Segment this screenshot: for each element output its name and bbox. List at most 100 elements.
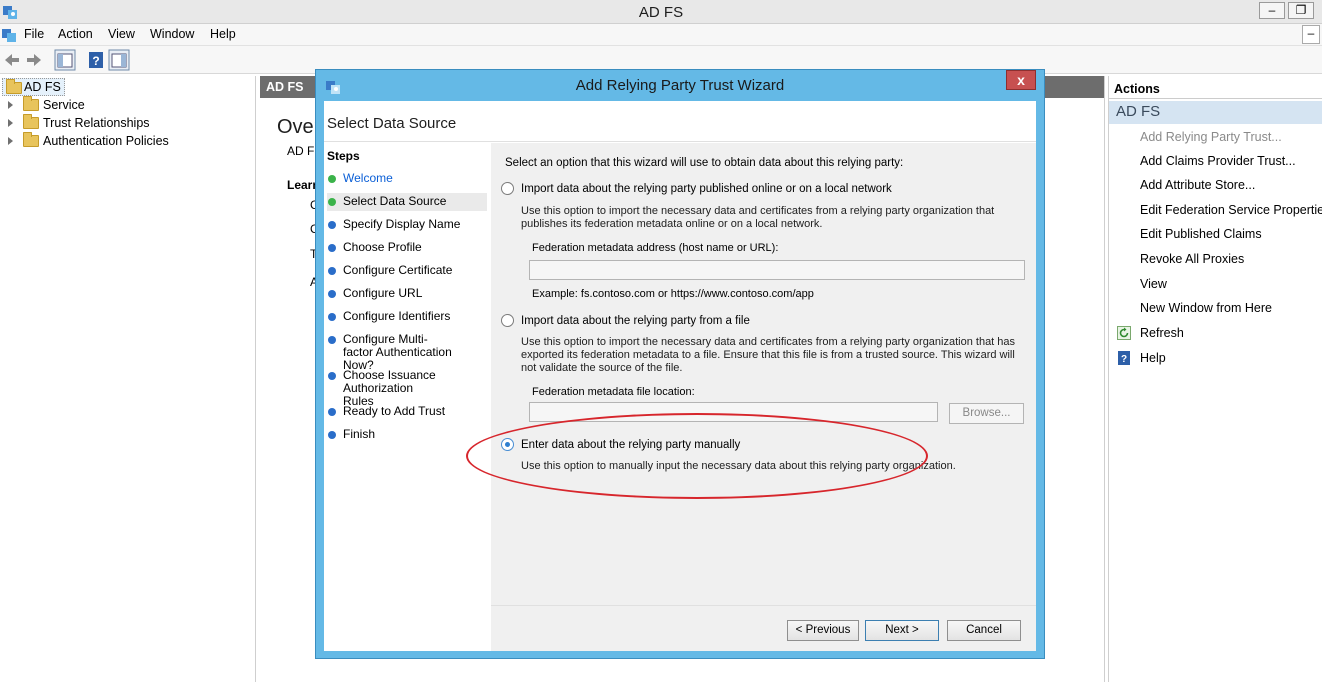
expand-arrow-icon[interactable] [8,137,13,145]
expand-arrow-icon[interactable] [8,101,13,109]
menu-view[interactable]: View [108,27,135,41]
divider [491,605,1036,606]
action-edit-published-claims[interactable]: Edit Published Claims [1140,225,1262,243]
refresh-icon [1117,326,1131,340]
step-pending-icon [328,313,336,321]
show-hide-action-pane-icon[interactable] [108,49,130,71]
wizard-steps-list: Steps Welcome Select Data Source Specify… [324,143,491,651]
step-current-icon [328,198,336,206]
action-add-relying-party-trust[interactable]: Add Relying Party Trust... [1140,128,1282,146]
step-configure-multi-factor: Configure Multi-factor Authentication No… [327,333,457,372]
svg-text:?: ? [92,54,99,68]
cancel-button[interactable]: Cancel [947,620,1021,641]
minimize-button[interactable]: – [1259,2,1285,19]
radio-import-file[interactable] [501,314,514,327]
actions-section-adfs[interactable]: AD FS [1109,101,1322,124]
folder-icon [23,96,39,111]
metadata-address-label: Federation metadata address (host name o… [532,242,779,254]
metadata-address-example: Example: fs.contoso.com or https://www.c… [532,288,814,300]
option-enter-manually-desc: Use this option to manually input the ne… [521,460,956,472]
action-add-attribute-store[interactable]: Add Attribute Store... [1140,176,1255,194]
child-window-minimize-button[interactable]: – [1302,25,1320,44]
radio-enter-manually[interactable] [501,438,514,451]
step-pending-icon [328,336,336,344]
help-icon: ? [1118,351,1130,365]
action-edit-federation-service-properties[interactable]: Edit Federation Service Properties... [1140,201,1322,219]
step-label: Configure Identifiers [343,309,451,323]
wizard-body: Select Data Source Steps Welcome Select … [324,101,1036,651]
tree-node-label: Authentication Policies [43,134,169,148]
action-help[interactable]: Help [1140,349,1166,367]
restore-button[interactable]: ❐ [1288,2,1314,19]
step-ready-to-add-trust: Ready to Add Trust [327,405,487,418]
expand-arrow-icon[interactable] [8,119,13,127]
help-icon[interactable]: ? [86,49,106,71]
show-hide-console-tree-icon[interactable] [54,49,76,71]
metadata-file-input[interactable] [529,402,938,422]
step-specify-display-name: Specify Display Name [327,218,487,231]
step-label: Specify Display Name [343,217,461,231]
action-refresh[interactable]: Refresh [1140,324,1184,342]
radio-import-online[interactable] [501,182,514,195]
option-import-online-label[interactable]: Import data about the relying party publ… [521,183,892,195]
menu-window[interactable]: Window [150,27,194,41]
step-pending-icon [328,244,336,252]
step-choose-issuance-authorization-rules: Choose Issuance Authorization Rules [327,369,447,408]
step-label: Choose Issuance Authorization Rules [343,368,436,408]
step-pending-icon [328,221,336,229]
next-button[interactable]: Next > [865,620,939,641]
step-label: Ready to Add Trust [343,404,446,418]
menu-action[interactable]: Action [58,27,93,41]
option-enter-manually-label[interactable]: Enter data about the relying party manua… [521,439,740,451]
forward-arrow-icon[interactable] [24,49,44,71]
tree-node-trust-relationships[interactable]: Trust Relationships [4,114,150,132]
menu-help[interactable]: Help [210,27,236,41]
step-pending-icon [328,290,336,298]
step-configure-identifiers: Configure Identifiers [327,310,487,323]
mmc-system-icon[interactable] [1,27,17,43]
console-tree: AD FS Service Trust Relationships Authen… [0,76,256,682]
folder-icon [23,132,39,147]
action-view[interactable]: View [1140,275,1167,293]
add-relying-party-trust-wizard: Add Relying Party Trust Wizard x Select … [315,69,1045,659]
tree-root-adfs[interactable]: AD FS [2,78,65,96]
close-icon: x [1017,72,1025,88]
action-new-window-from-here[interactable]: New Window from Here [1140,299,1272,317]
step-done-icon [328,175,336,183]
wizard-page-heading: Select Data Source [327,115,457,132]
overview-title: Over [277,116,321,138]
step-pending-icon [328,431,336,439]
step-label: Welcome [343,171,393,185]
option-import-file-label[interactable]: Import data about the relying party from… [521,315,750,327]
browse-button[interactable]: Browse... [949,403,1024,424]
menu-file[interactable]: File [24,27,44,41]
step-finish: Finish [327,428,487,441]
step-pending-icon [328,267,336,275]
step-label: Choose Profile [343,240,422,254]
back-arrow-icon[interactable] [2,49,22,71]
wizard-title: Add Relying Party Trust Wizard [575,77,785,94]
options-intro: Select an option that this wizard will u… [505,157,904,169]
step-welcome[interactable]: Welcome [327,172,487,185]
tree-root-label: AD FS [24,80,61,94]
tree-node-label: Service [43,98,85,112]
data-source-options: Select an option that this wizard will u… [491,143,1036,651]
previous-button[interactable]: < Previous [787,620,859,641]
tree-node-authentication-policies[interactable]: Authentication Policies [4,132,169,150]
tree-node-label: Trust Relationships [43,116,150,130]
step-label: Select Data Source [343,194,447,208]
action-revoke-all-proxies[interactable]: Revoke All Proxies [1140,250,1244,268]
folder-icon [6,79,22,94]
step-configure-url: Configure URL [327,287,487,300]
step-label: Configure Certificate [343,263,453,277]
tree-node-service[interactable]: Service [4,96,85,114]
action-add-claims-provider-trust[interactable]: Add Claims Provider Trust... [1140,152,1296,170]
close-button[interactable]: x [1006,70,1036,90]
divider [324,141,1036,142]
metadata-address-input[interactable] [529,260,1025,280]
step-pending-icon [328,372,336,380]
option-import-file-desc: Use this option to import the necessary … [521,336,1016,374]
step-select-data-source: Select Data Source [327,193,487,211]
step-label: Configure Multi-factor Authentication No… [343,332,452,372]
option-import-online-desc: Use this option to import the necessary … [521,205,995,230]
